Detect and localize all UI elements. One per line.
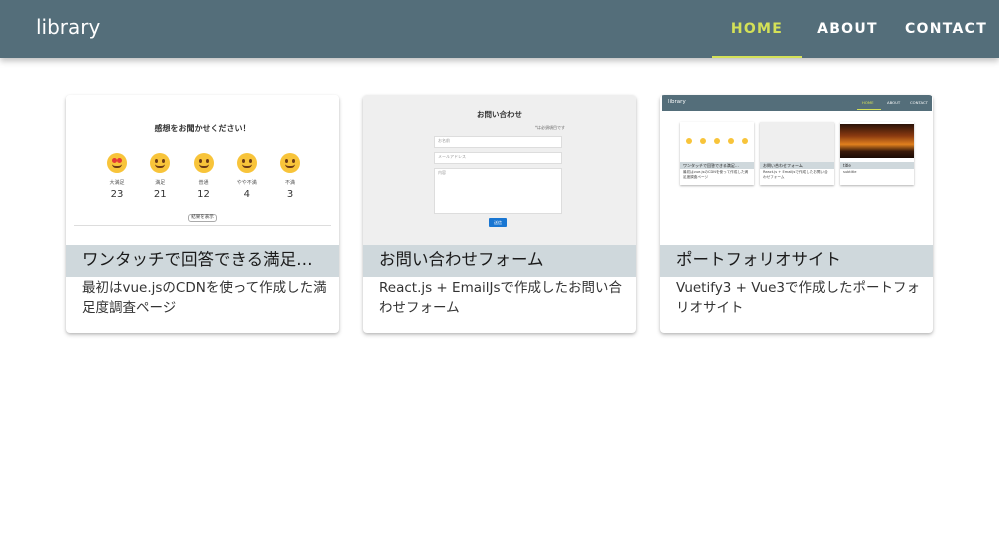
preview-nav-about: ABOUT	[887, 100, 901, 105]
frustrated-face-icon	[280, 153, 300, 173]
project-card-survey[interactable]: 感想をお聞かせください！ 大満足 23 満足 21 普通 12 やや不満 4 不…	[66, 95, 339, 333]
smiling-face-icon	[150, 153, 171, 173]
preview-nav-home: HOME	[862, 100, 874, 105]
preview-mini-card: ワンタッチで回答できる満足… 最初はvue.jsのCDNを使って作成した満足度調…	[680, 122, 754, 185]
heart-eyes-face-icon	[107, 153, 127, 173]
mini-card-title: お問い合わせフォーム	[760, 162, 834, 169]
emoji-label: 大満足	[109, 180, 125, 186]
emoji-count: 4	[243, 189, 250, 200]
emoji-count: 23	[110, 189, 124, 200]
preview-app-bar: library HOME ABOUT CONTACT	[662, 95, 932, 111]
emoji-options: 大満足 23 満足 21 普通 12 やや不満 4 不満 3	[102, 153, 305, 200]
preview-send-button: 送信	[489, 218, 507, 227]
mini-card-image	[760, 122, 834, 162]
nav-home[interactable]: HOME	[712, 0, 802, 58]
preview-nav-indicator	[857, 109, 881, 110]
card-thumbnail: 感想をお聞かせください！ 大満足 23 満足 21 普通 12 やや不満 4 不…	[66, 95, 339, 245]
emoji-label: やや不満	[236, 180, 257, 186]
emoji-option: 普通 12	[189, 153, 219, 200]
preview-mini-card: お問い合わせフォーム React.js + EmailJsで作成したお問い合わせ…	[760, 122, 834, 185]
mini-card-image	[680, 122, 754, 162]
top-nav: HOME ABOUT CONTACT	[712, 0, 999, 58]
card-title: お問い合わせフォーム	[363, 245, 636, 277]
emoji-option: 満足 21	[145, 153, 175, 200]
preview-email-field: メールアドレス	[434, 152, 562, 164]
preview-nav-contact: CONTACT	[910, 100, 929, 105]
emoji-label: 不満	[284, 180, 295, 186]
emoji-count: 12	[197, 189, 210, 200]
emoji-label: 普通	[198, 180, 209, 186]
preview-required-note: *は必須項目です	[535, 125, 565, 130]
emoji-count: 3	[286, 189, 294, 200]
mini-card-title: title	[840, 162, 914, 169]
card-description: React.js + EmailJsで作成したお問い合わせフォーム	[379, 280, 623, 316]
skeptical-face-icon	[236, 153, 257, 173]
nav-contact[interactable]: CONTACT	[893, 0, 999, 58]
preview-message-field: 内容	[434, 168, 562, 214]
app-bar: library HOME ABOUT CONTACT	[0, 0, 999, 58]
card-title: ワンタッチで回答できる満足…	[66, 245, 339, 277]
emoji-option: 大満足 23	[102, 153, 132, 200]
emoji-option: やや不満 4	[232, 153, 262, 200]
card-thumbnail: library HOME ABOUT CONTACT ワンタッチで回答できる満足…	[660, 95, 933, 245]
emoji-label: 満足	[155, 180, 166, 186]
nav-about[interactable]: ABOUT	[802, 0, 893, 58]
mini-card-text: subtitle	[843, 170, 857, 174]
mini-card-title: ワンタッチで回答できる満足…	[680, 162, 754, 169]
divider	[74, 225, 331, 226]
sunset-image	[840, 124, 914, 158]
preview-heading: お問い合わせ	[477, 110, 522, 119]
mini-card-text: React.js + EmailJsで作成したお問い合わせフォーム	[763, 170, 828, 179]
project-card-contact-form[interactable]: お問い合わせ *は必須項目です お名前 メールアドレス 内容 送信 お問い合わせ…	[363, 95, 636, 333]
preview-question: 感想をお聞かせください！	[154, 124, 251, 133]
neutral-face-icon	[193, 153, 214, 173]
card-title: ポートフォリオサイト	[660, 245, 933, 277]
card-thumbnail: お問い合わせ *は必須項目です お名前 メールアドレス 内容 送信	[363, 95, 636, 245]
preview-result-button: 結果を表示	[188, 214, 217, 222]
preview-name-field: お名前	[434, 136, 562, 148]
card-description: 最初はvue.jsのCDNを使って作成した満足度調査ページ	[82, 280, 327, 316]
app-title[interactable]: library	[36, 15, 100, 39]
preview-brand: library	[668, 99, 686, 105]
mini-card-text: 最初はvue.jsのCDNを使って作成した満足度調査ページ	[683, 170, 749, 179]
emoji-option: 不満 3	[275, 153, 305, 200]
card-description: Vuetify3 + Vue3で作成したポートフォリオサイト	[676, 280, 920, 316]
preview-mini-card: title subtitle	[840, 122, 914, 185]
project-card-portfolio[interactable]: library HOME ABOUT CONTACT ワンタッチで回答できる満足…	[660, 95, 933, 333]
emoji-count: 21	[153, 189, 167, 200]
